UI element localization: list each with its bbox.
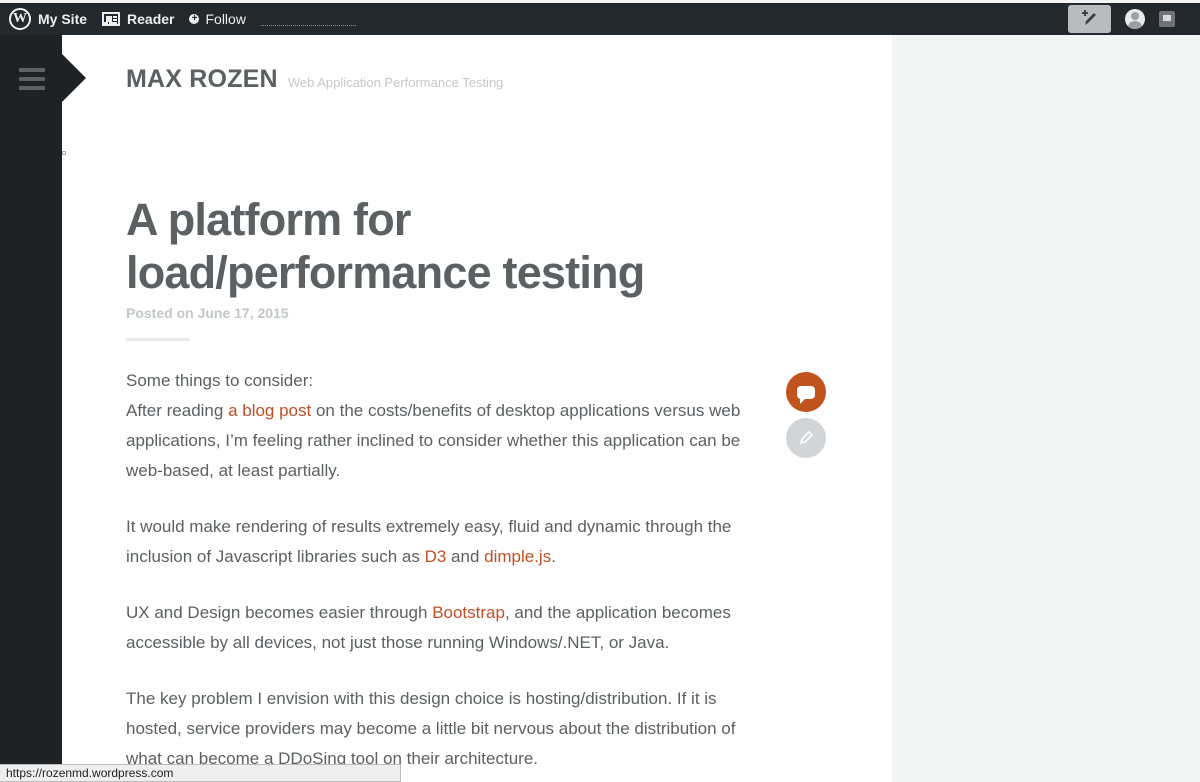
d3-link[interactable]: D3 xyxy=(425,547,447,566)
comment-button[interactable] xyxy=(786,372,826,412)
paragraph: Some things to consider: After reading a… xyxy=(126,366,766,486)
paragraph-text: and xyxy=(446,547,485,566)
blog-post-link[interactable]: a blog post xyxy=(228,401,311,420)
post-meta: Posted on June 17, 2015 xyxy=(126,305,289,321)
main-content: MAX ROZEN Web Application Performance Te… xyxy=(62,35,892,782)
posted-prefix: Posted on xyxy=(126,305,194,321)
paragraph-text: Some things to consider: xyxy=(126,371,314,390)
plus-circle-icon: + xyxy=(189,14,200,24)
paragraph-text: The key problem I envision with this des… xyxy=(126,689,736,768)
post-title: A platform for load/performance testing xyxy=(126,194,645,298)
hamburger-menu-icon[interactable] xyxy=(19,68,45,90)
wordpress-logo-icon: W xyxy=(9,8,31,30)
right-column xyxy=(892,35,1200,782)
write-post-icon xyxy=(1081,10,1096,25)
pencil-icon xyxy=(799,430,814,445)
edit-button[interactable] xyxy=(786,418,826,458)
user-avatar-icon[interactable] xyxy=(1125,9,1145,29)
paragraph-text: UX and Design becomes easier through xyxy=(126,603,433,622)
admin-bar-right xyxy=(1068,3,1200,35)
reader-label: Reader xyxy=(127,11,175,27)
follow-label: Follow xyxy=(205,11,246,27)
paragraph-text: . xyxy=(551,547,556,566)
post-content: Some things to consider: After reading a… xyxy=(126,366,766,782)
sidebar-arrow xyxy=(62,54,86,102)
marker xyxy=(62,151,66,155)
site-description: Web Application Performance Testing xyxy=(287,75,504,90)
sidebar xyxy=(0,35,62,782)
admin-bar: W My Site Reader + Follow xyxy=(0,0,1200,35)
reader-button[interactable]: Reader xyxy=(102,3,174,35)
site-title[interactable]: MAX ROZEN xyxy=(126,65,278,94)
bootstrap-link[interactable]: Bootstrap xyxy=(432,603,505,622)
paragraph: The key problem I envision with this des… xyxy=(126,684,766,774)
write-post-button[interactable] xyxy=(1068,5,1111,33)
paragraph: It would make rendering of results extre… xyxy=(126,512,766,572)
follow-button[interactable]: + Follow xyxy=(189,3,246,35)
browser-status-bar: https://rozenmd.wordpress.com xyxy=(0,764,401,782)
dimple-link[interactable]: dimple.js xyxy=(484,547,551,566)
paragraph-text: After reading xyxy=(126,401,229,420)
site-header: MAX ROZEN Web Application Performance Te… xyxy=(126,65,503,94)
notifications-icon[interactable] xyxy=(1159,11,1175,27)
paragraph: UX and Design becomes easier through Boo… xyxy=(126,598,766,658)
post-date-link[interactable]: June 17, 2015 xyxy=(198,305,289,321)
search-field[interactable] xyxy=(260,24,356,26)
divider xyxy=(126,338,190,341)
my-site-label: My Site xyxy=(38,11,88,27)
reader-icon xyxy=(102,12,121,26)
comment-bubble-icon xyxy=(797,385,815,404)
my-site-button[interactable]: W My Site xyxy=(9,3,87,35)
